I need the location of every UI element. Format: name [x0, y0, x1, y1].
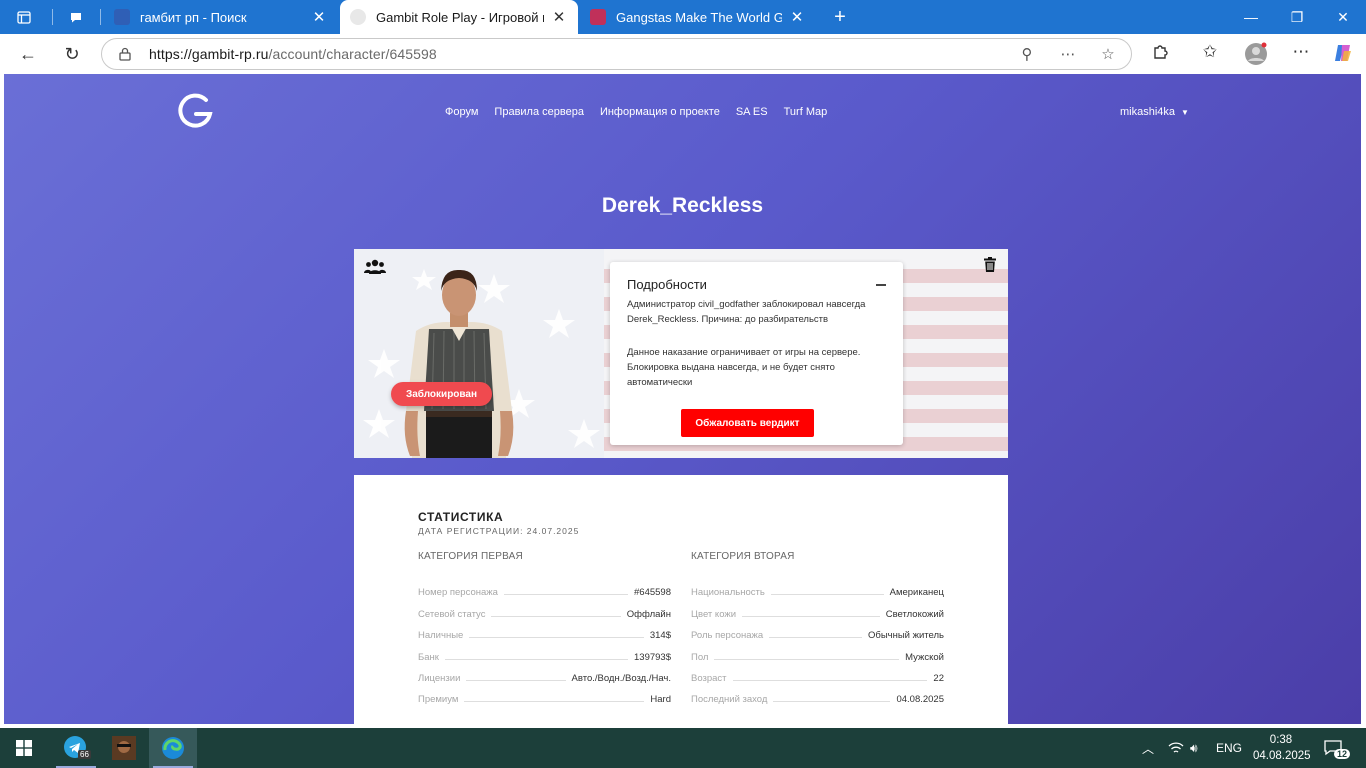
zoom-icon[interactable]: ⚲ — [1016, 45, 1038, 65]
collapse-minus-icon[interactable] — [876, 284, 886, 286]
stat-row: Сетевой статус Оффлайн — [418, 608, 671, 620]
game-app-icon[interactable] — [100, 728, 148, 768]
page-content: Форум Правила сервера Информация о проек… — [4, 74, 1361, 724]
character-skin-avatar — [404, 269, 514, 458]
copilot-icon[interactable] — [1330, 42, 1356, 66]
notification-center-icon[interactable]: 12 — [1324, 728, 1358, 768]
url-text: https://gambit-rp.ru/account/character/6… — [149, 46, 437, 62]
stat-row: Банк 139793$ — [418, 651, 671, 663]
site-navigation: Форум Правила сервера Информация о проек… — [445, 106, 827, 118]
clock-time: 0:38 — [1269, 734, 1293, 746]
stat-row: Номер персонажа #645598 — [418, 587, 671, 599]
nav-rules[interactable]: Правила сервера — [494, 106, 584, 118]
blocked-status-badge: Заблокирован — [391, 382, 492, 406]
stat-row: Роль персонажа Обычный житель — [691, 630, 944, 642]
tab-search[interactable]: гамбит рп - Поиск ✕ — [104, 0, 338, 34]
system-clock[interactable]: 0:38 04.08.2025 — [1253, 732, 1311, 764]
stat-row: Цвет кожи Светлокожий — [691, 608, 944, 620]
statistics-title: СТАТИСТИКА — [418, 510, 504, 524]
nav-turf-map[interactable]: Turf Map — [784, 106, 828, 118]
bing-favicon-icon — [114, 9, 130, 25]
windows-taskbar: 66 ︿ 🔊︎ ENG 0:38 04.08.2025 12 — [0, 728, 1366, 768]
character-name: Derek_Reckless — [601, 194, 764, 217]
ban-info-text: Данное наказание ограничивает от игры на… — [627, 347, 861, 388]
browser-tab-bar: гамбит рп - Поиск ✕ Gambit Role Play - И… — [0, 0, 1366, 34]
tab-actions-icon[interactable] — [12, 6, 36, 28]
lock-icon — [119, 47, 133, 61]
close-window-icon[interactable]: ✕ — [1320, 0, 1366, 34]
close-tab-icon[interactable]: ✕ — [310, 8, 328, 26]
show-hidden-icons[interactable]: ︿ — [1142, 728, 1154, 768]
minimize-icon[interactable]: ― — [1228, 0, 1274, 34]
tab-label: Gambit Role Play - Игровой проф — [376, 9, 544, 25]
category-heading: КАТЕГОРИЯ ВТОРАЯ — [691, 551, 795, 562]
language-indicator[interactable]: ENG — [1216, 728, 1242, 768]
extensions-icon[interactable] — [1148, 42, 1174, 66]
group-icon — [364, 259, 386, 274]
username: mikashi4ka — [1120, 106, 1176, 118]
delete-trash-icon[interactable] — [984, 257, 996, 272]
gambit-logo-icon[interactable] — [176, 92, 216, 128]
restore-icon[interactable]: ❐ — [1274, 0, 1320, 34]
category-heading: КАТЕГОРИЯ ПЕРВАЯ — [418, 551, 523, 562]
profile-avatar-icon[interactable] — [1243, 42, 1269, 66]
network-icon[interactable] — [1168, 728, 1184, 768]
stat-row: Возраст 22 — [691, 672, 944, 684]
caret-down-icon: ▼ — [1181, 107, 1189, 117]
category-second: КАТЕГОРИЯ ВТОРАЯ Национальность Американе… — [691, 551, 944, 705]
details-panel: Подробности Администратор civil_godfathe… — [610, 262, 903, 445]
gambit-favicon-icon — [350, 9, 366, 25]
new-tab-icon[interactable]: + — [828, 6, 852, 28]
address-bar[interactable]: https://gambit-rp.ru/account/character/6… — [101, 38, 1132, 70]
clock-date: 04.08.2025 — [1253, 750, 1311, 762]
stat-row: Пол Мужской — [691, 651, 944, 663]
stat-row: Лицензии Авто./Водн./Возд./Нач. — [418, 672, 671, 684]
stat-row: Последний заход 04.08.2025 — [691, 694, 944, 706]
tab-label: гамбит рп - Поиск — [140, 9, 247, 25]
stat-row: Премиум Hard — [418, 694, 671, 706]
volume-icon[interactable]: 🔊︎ — [1190, 728, 1198, 768]
address-toolbar: ← ↻ https://gambit-rp.ru/account/charact… — [0, 34, 1366, 74]
tab-label: Gangstas Make The World Go Ro — [616, 9, 782, 25]
close-tab-icon[interactable]: ✕ — [788, 8, 806, 26]
details-title: Подробности — [627, 277, 707, 292]
appeal-verdict-button[interactable]: Обжаловать вердикт — [681, 409, 814, 437]
settings-more-icon[interactable]: ⋯ — [1288, 42, 1314, 66]
stat-row: Национальность Американец — [691, 587, 944, 599]
ban-reason-text: Администратор civil_godfather заблокиров… — [627, 299, 866, 325]
telegram-unread-badge: 66 — [78, 750, 91, 759]
back-icon[interactable]: ← — [12, 40, 44, 68]
refresh-icon[interactable]: ↻ — [56, 40, 88, 68]
nav-about[interactable]: Информация о проекте — [600, 106, 720, 118]
favorite-star-icon[interactable]: ☆ — [1097, 45, 1119, 65]
notification-count-badge: 12 — [1334, 749, 1351, 759]
statistics-card: СТАТИСТИКА ДАТА РЕГИСТРАЦИИ: 24.07.2025 … — [354, 475, 1008, 724]
character-banner: Заблокирован Подробности Администратор c… — [354, 249, 1008, 458]
user-menu[interactable]: mikashi4ka ▼ — [1120, 106, 1189, 118]
tab-gambit[interactable]: Gambit Role Play - Игровой проф ✕ — [340, 0, 578, 34]
category-first: КАТЕГОРИЯ ПЕРВАЯ Номер персонажа #645598 … — [418, 551, 671, 705]
nav-forum[interactable]: Форум — [445, 106, 478, 118]
favorites-icon[interactable]: ✩ — [1197, 42, 1223, 66]
tab-youtube[interactable]: Gangstas Make The World Go Ro ✕ — [580, 0, 816, 34]
registration-date: ДАТА РЕГИСТРАЦИИ: 24.07.2025 — [418, 526, 580, 536]
nav-sa-es[interactable]: SA ES — [736, 106, 768, 118]
edge-app-icon[interactable] — [149, 728, 197, 768]
close-tab-icon[interactable]: ✕ — [550, 8, 568, 26]
stat-row: Наличные 314$ — [418, 630, 671, 642]
telegram-app-icon[interactable]: 66 — [52, 728, 100, 768]
video-favicon-icon — [590, 9, 606, 25]
chat-tab-icon[interactable] — [64, 6, 88, 28]
windows-start-icon[interactable] — [0, 728, 48, 768]
read-aloud-icon[interactable]: ⋯ — [1057, 45, 1079, 65]
